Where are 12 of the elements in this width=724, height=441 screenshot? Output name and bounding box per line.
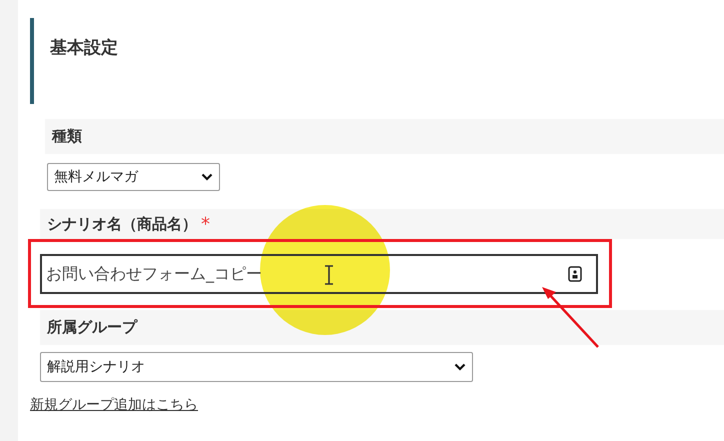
field-label: シナリオ名（商品名） [47,214,197,234]
dropdown[interactable]: 解説用シナリオ [40,352,473,382]
field-label: 所属グループ [47,318,137,337]
field-label: 種類 [52,127,82,146]
required-mark: * [201,214,210,234]
section-title: 基本設定 [50,37,118,59]
dropdown[interactable]: 無料メルマガ [47,163,220,191]
text-cursor-icon [324,265,334,285]
add-group-link[interactable]: 新規グループ追加はこちら [30,396,198,414]
chevron-down-icon [454,363,466,371]
chevron-down-icon [201,173,213,181]
contact-card-icon [568,266,582,282]
